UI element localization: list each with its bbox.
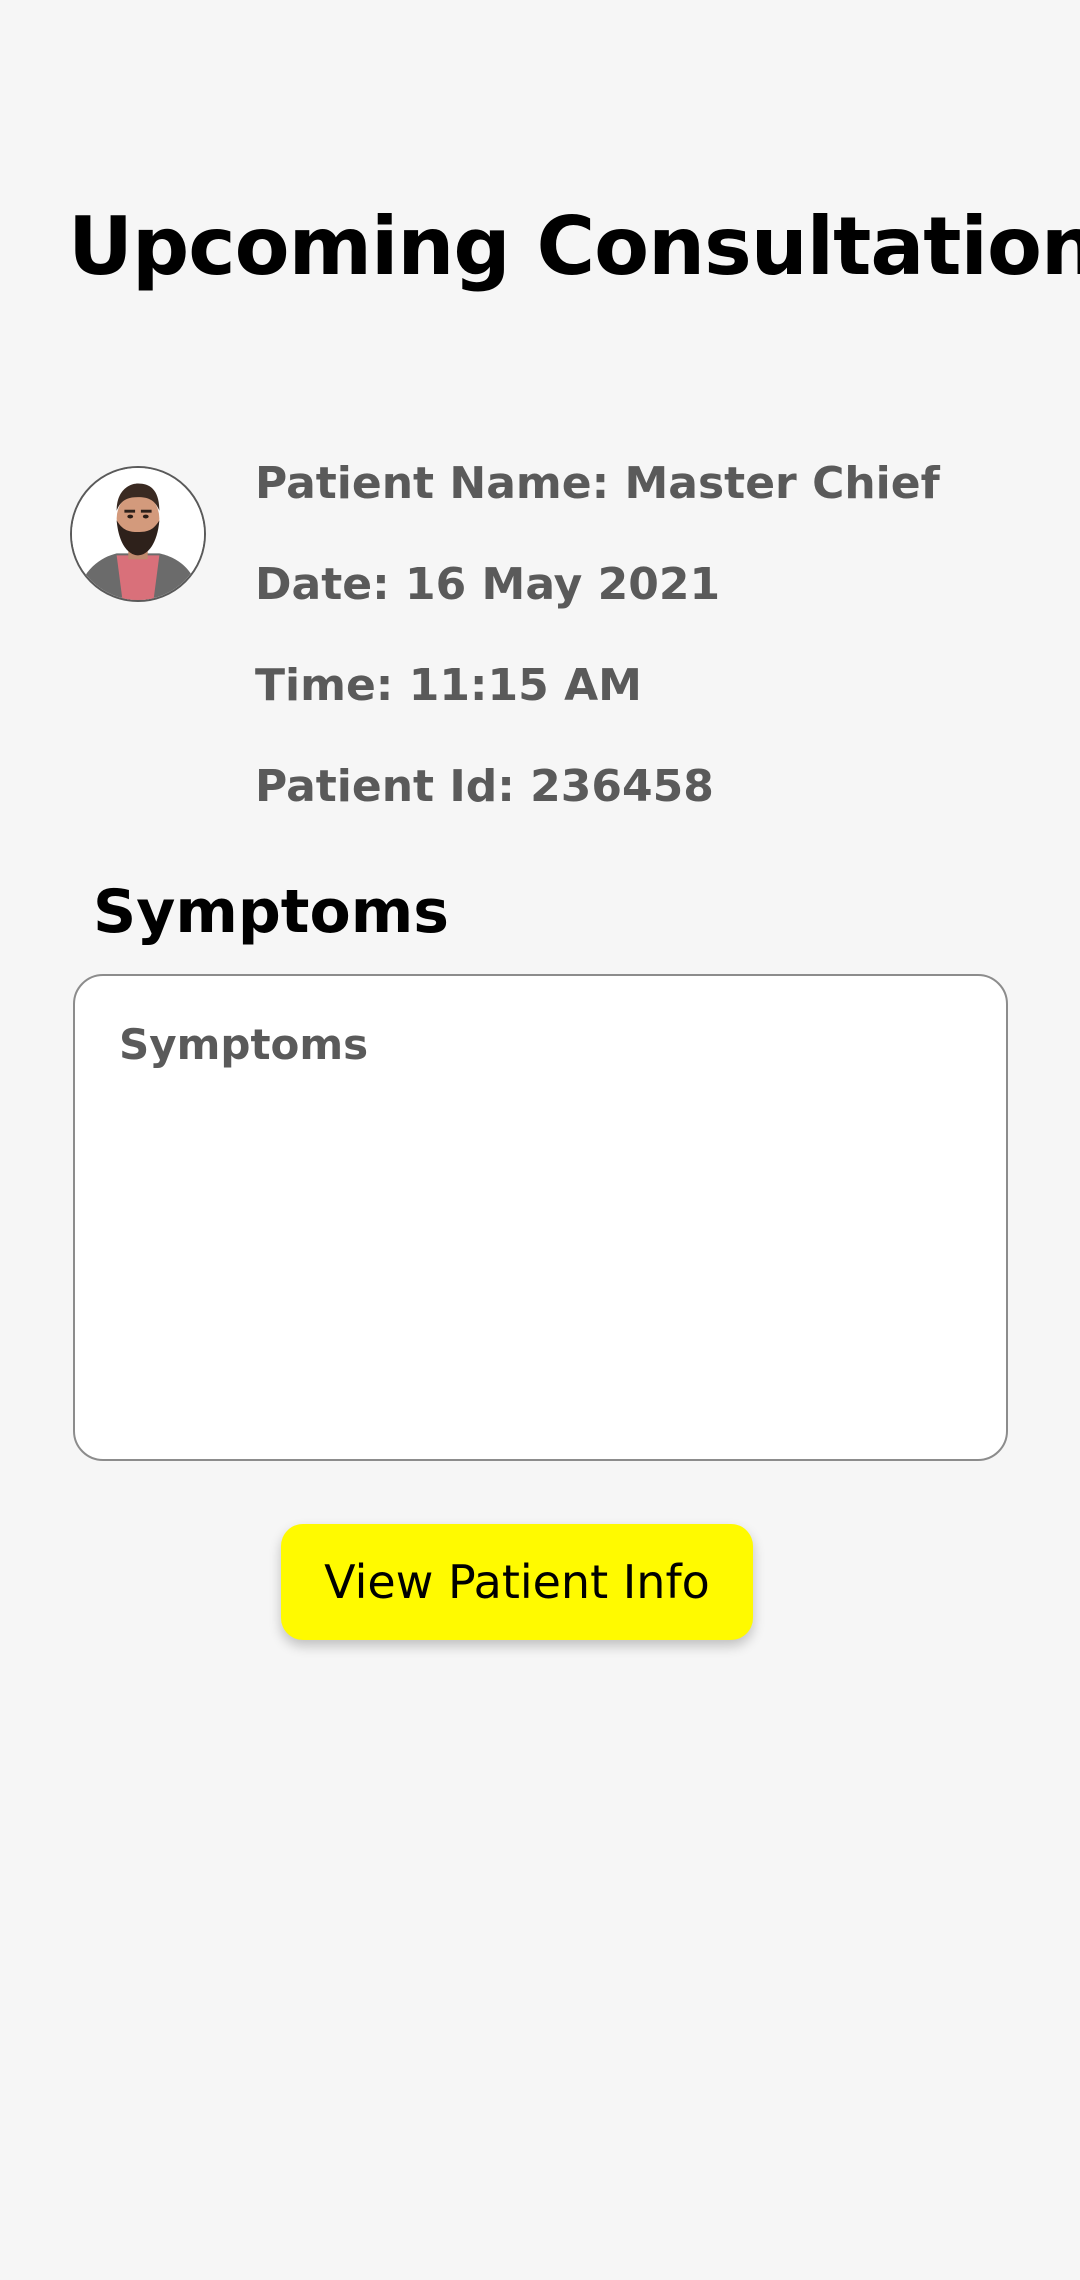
consultation-date: Date: 16 May 2021 bbox=[255, 559, 721, 610]
symptoms-heading: Symptoms bbox=[93, 877, 449, 947]
patient-name: Patient Name: Master Chief bbox=[255, 458, 940, 509]
view-patient-info-button[interactable]: View Patient Info bbox=[281, 1524, 753, 1640]
page-title: Upcoming Consultation bbox=[68, 200, 1080, 293]
consultation-time: Time: 11:15 AM bbox=[255, 660, 642, 711]
symptoms-input[interactable] bbox=[73, 974, 1008, 1461]
patient-id: Patient Id: 236458 bbox=[255, 761, 714, 812]
patient-avatar bbox=[70, 466, 206, 602]
